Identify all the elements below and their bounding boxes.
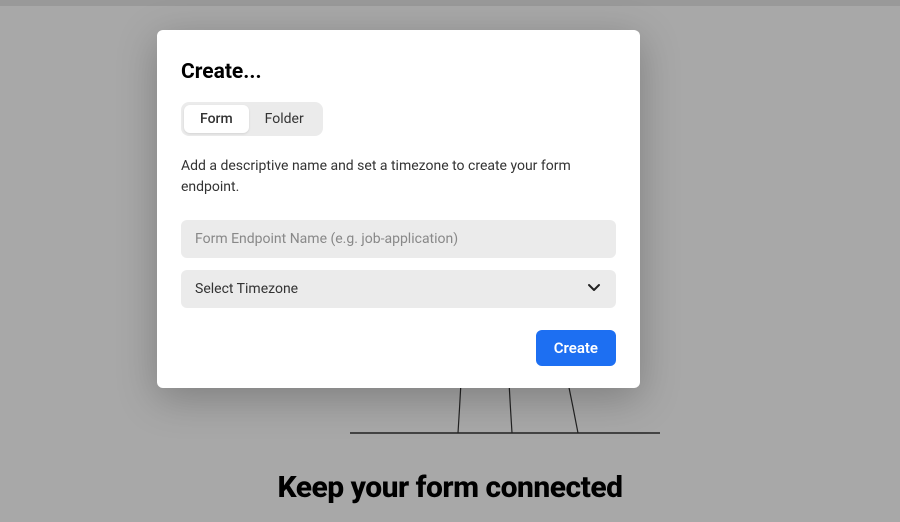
modal-title: Create... [181,60,616,84]
tab-toggle-group: Form Folder [181,102,323,136]
timezone-select[interactable]: Select Timezone [181,270,616,308]
tab-folder[interactable]: Folder [249,105,320,133]
modal-footer: Create [181,330,616,366]
background-heading: Keep your form connected [0,470,900,505]
create-button[interactable]: Create [536,330,616,366]
create-modal: Create... Form Folder Add a descriptive … [157,30,640,388]
tab-form[interactable]: Form [184,105,249,133]
endpoint-name-input[interactable] [181,220,616,258]
modal-description: Add a descriptive name and set a timezon… [181,156,616,198]
timezone-select-wrapper: Select Timezone [181,270,616,308]
